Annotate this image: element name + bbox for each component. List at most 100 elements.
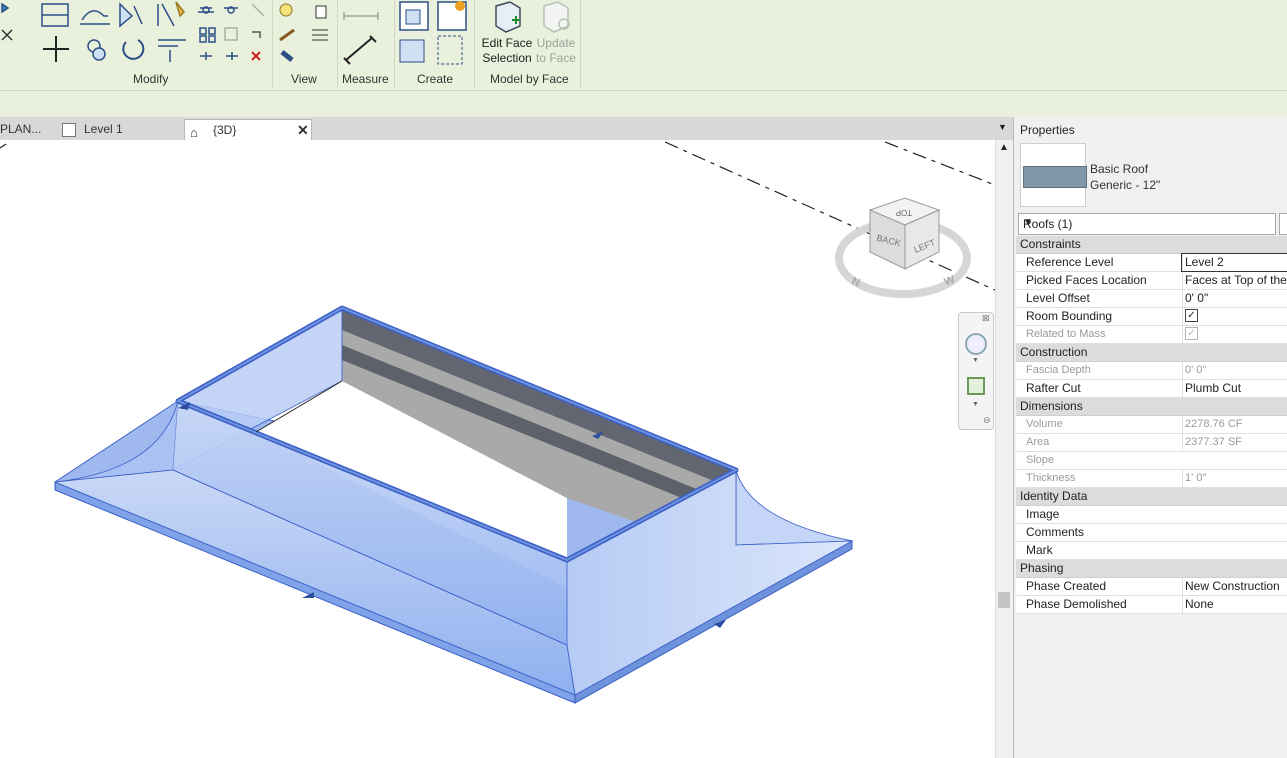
viewport-scrollbar[interactable]: ▲ [995,140,1013,758]
property-row[interactable]: Room Bounding ✓ [1016,308,1287,326]
property-label: Related to Mass [1026,328,1106,340]
property-row[interactable]: Image [1016,506,1287,524]
navigation-bar[interactable]: ⊠ ▼ ▼ ⊖ [958,312,994,430]
property-value: ✓ [1182,326,1287,343]
property-group-header[interactable]: Dimensions [1016,398,1287,416]
edit-face-selection-icon[interactable] [492,0,522,34]
edit-face-label-1: Edit Face [481,36,533,50]
tab-menu-chevron-icon[interactable]: ▼ [998,122,1007,132]
viewcube[interactable]: TOP BACK LEFT N W [835,197,971,298]
property-row: Volume 2278.76 CF [1016,416,1287,434]
property-group-header[interactable]: Identity Data [1016,488,1287,506]
tab-level-1-label: Level 1 [84,122,123,136]
panel-separator [474,0,475,88]
property-label: Mark [1026,543,1053,557]
property-label: Rafter Cut [1026,381,1081,395]
tab-3d[interactable]: ⌂ {3D} ✕ [184,119,312,141]
property-label: Fascia Depth [1026,364,1091,376]
tab-plan-label: PLAN... [0,122,42,136]
property-value[interactable]: 0' 0" [1182,290,1287,307]
property-label: Phase Demolished [1026,597,1127,611]
property-label: Area [1026,436,1050,448]
property-group-header[interactable]: Phasing [1016,560,1287,578]
options-bar [0,90,1287,118]
properties-grid: Constraints Reference Level Level 2 Picked … [1016,236,1287,614]
property-value[interactable]: Faces at Top of the [1182,272,1287,289]
property-row[interactable]: Picked Faces Location Faces at Top of the [1016,272,1287,290]
panel-label-model-by-face: Model by Face [490,72,569,86]
create-tools-icons[interactable] [398,0,470,70]
property-label: Slope [1026,454,1055,466]
close-icon[interactable]: ✕ [297,120,309,141]
floor-plan-icon [62,123,76,137]
resize-icon[interactable]: ⊖ [983,415,991,426]
properties-title: Properties [1020,123,1075,137]
tab-3d-label: {3D} [213,123,237,137]
reference-line [664,141,995,291]
property-label: Level Offset [1026,291,1090,305]
property-row[interactable]: Level Offset 0' 0" [1016,290,1287,308]
close-icon[interactable]: ⊠ [982,313,990,324]
tab-level-1[interactable]: Level 1 [58,119,178,140]
property-row: Area 2377.37 SF [1016,434,1287,452]
property-row[interactable]: Reference Level Level 2 [1016,253,1287,272]
property-row: Slope [1016,452,1287,470]
property-row[interactable]: Rafter Cut Plumb Cut [1016,380,1287,398]
ribbon: Edit Face Selection Update to Face Modif… [0,0,1287,90]
update-to-face-icon[interactable] [540,0,570,34]
chevron-down-icon[interactable]: ▼ [972,401,979,408]
type-selector[interactable]: Basic Roof Generic - 12" [1090,161,1160,193]
edit-type-button[interactable] [1279,213,1287,235]
panel-label-create: Create [417,72,454,86]
steering-wheel-icon[interactable] [965,333,987,355]
property-label: Comments [1026,525,1085,539]
property-value: 1' 0" [1182,470,1287,487]
type-name: Generic - 12" [1090,178,1161,192]
edit-face-label-2: Selection [482,51,532,65]
property-value[interactable]: None [1182,596,1287,613]
edit-face-selection-button[interactable]: Edit Face Selection [479,36,535,66]
panel-separator [580,0,581,88]
update-to-face-button[interactable]: Update to Face [533,36,579,66]
property-value[interactable]: ✓ [1182,308,1287,325]
chevron-down-icon: ▼ [1023,217,1033,228]
view-tools-icons[interactable] [276,0,336,70]
chevron-down-icon[interactable]: ▼ [972,357,979,364]
property-label: Room Bounding [1026,309,1113,323]
checkbox[interactable]: ✓ [1185,309,1198,323]
modify-tools-icons[interactable] [0,0,270,70]
panel-separator [394,0,395,88]
type-family-name: Basic Roof [1090,162,1149,176]
property-label: Reference Level [1026,255,1114,269]
property-group-header[interactable]: Constraints [1016,236,1287,254]
property-row[interactable]: Mark [1016,542,1287,560]
panel-separator [272,0,273,88]
measure-tools-icons[interactable] [340,0,395,70]
property-row: Thickness 1' 0" [1016,470,1287,488]
property-label: Thickness [1026,472,1076,484]
3d-viewport[interactable]: TOP BACK LEFT N W [0,140,995,758]
property-group-header[interactable]: Construction [1016,344,1287,362]
update-to-face-label-1: Update [536,36,576,50]
property-row[interactable]: Phase Demolished None [1016,596,1287,614]
property-label: Picked Faces Location [1026,273,1147,287]
property-row[interactable]: Comments [1016,524,1287,542]
properties-palette: Properties Basic Roof Generic - 12" Roof… [1013,117,1287,758]
scrollbar-thumb[interactable] [998,592,1010,608]
property-label: Image [1026,507,1060,521]
zoom-icon[interactable] [967,377,985,395]
panel-separator [337,0,338,88]
property-row[interactable]: Phase Created New Construction [1016,578,1287,596]
checkbox: ✓ [1185,326,1198,340]
panel-label-view: View [291,72,317,86]
update-to-face-label-2: to Face [535,51,577,65]
tab-plan[interactable]: PLAN... [0,119,54,140]
scroll-up-icon[interactable]: ▲ [999,142,1009,153]
property-value[interactable]: New Construction [1182,578,1287,595]
roof-type-swatch [1023,166,1087,188]
instance-filter-dropdown[interactable]: Roofs (1) ▼ [1018,213,1276,235]
property-value[interactable]: Level 2 [1181,253,1287,272]
panel-label-measure: Measure [342,72,389,86]
property-value[interactable]: Plumb Cut [1182,380,1287,397]
roof-3d-model[interactable]: TOP BACK LEFT N W [0,140,995,758]
